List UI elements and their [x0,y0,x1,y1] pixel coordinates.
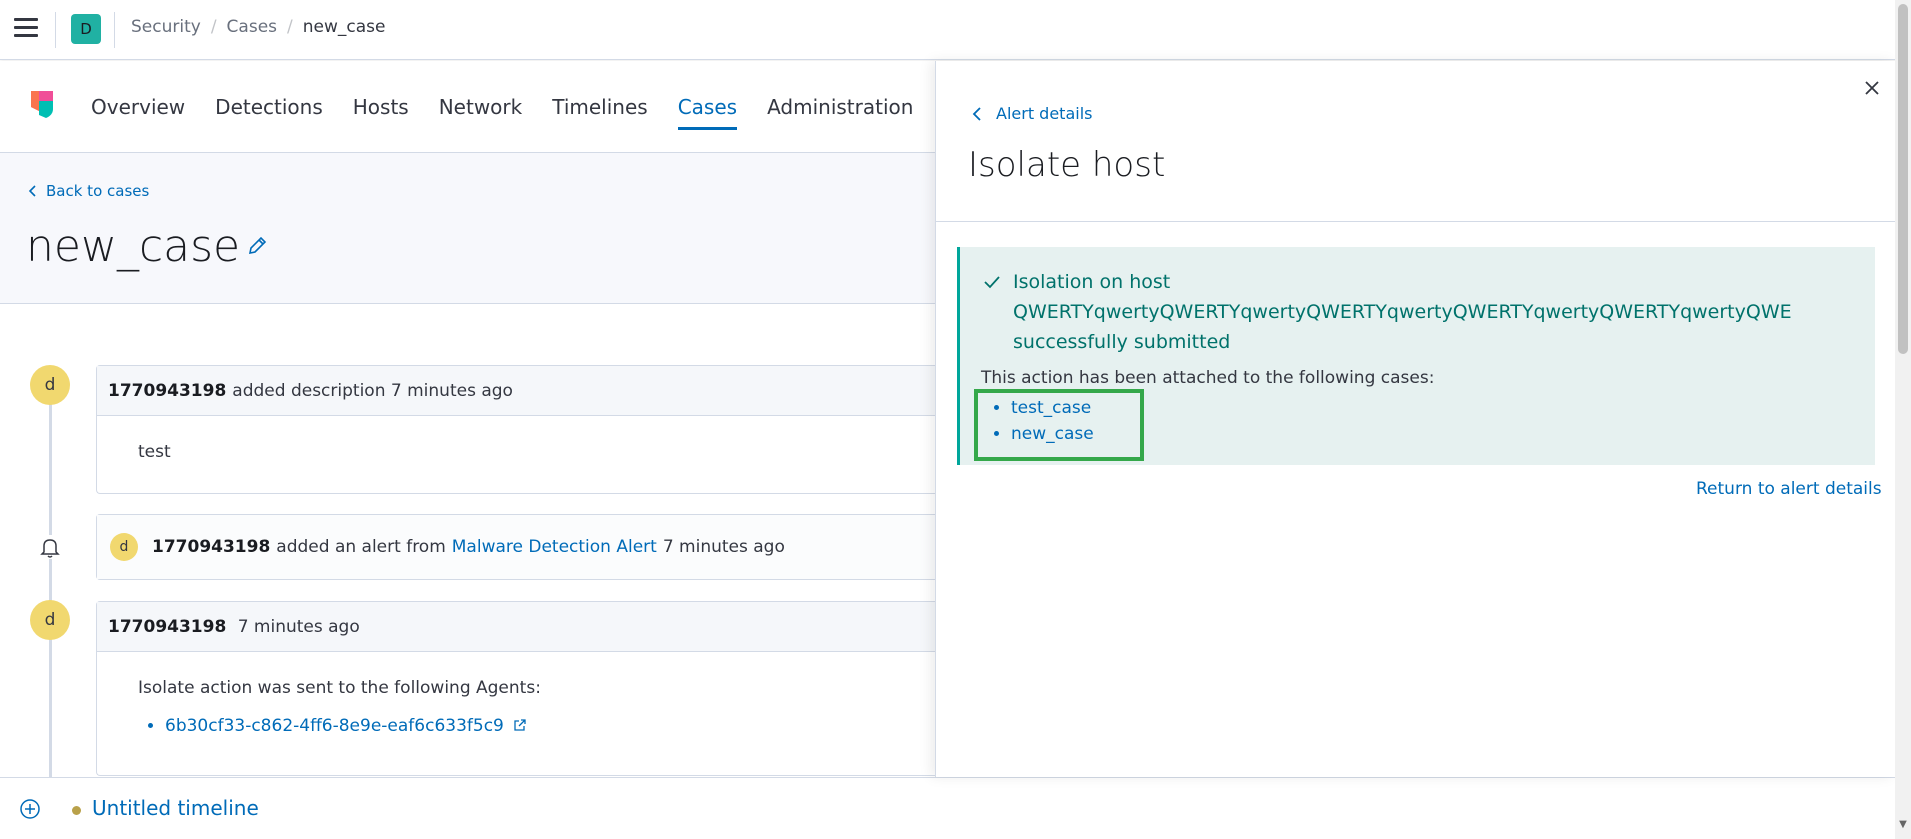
callout-line-3: successfully submitted [1013,331,1231,353]
header-divider [114,12,115,48]
back-to-cases-link[interactable]: Back to cases [28,182,149,200]
success-callout: Isolation on host QWERTYqwertyQWERTYqwer… [957,247,1875,465]
alert-details-label: Alert details [996,104,1093,123]
isolate-text: Isolate action was sent to the following… [138,678,541,698]
bell-icon [38,535,62,559]
external-link-icon [514,719,526,731]
plus-circle-icon[interactable] [19,798,41,820]
breadcrumb: Security / Cases / new_case [131,17,385,37]
flyout-title: Isolate host [968,145,1166,185]
timeline-line [49,400,52,780]
timeline-item-description: 1770943198 added description 7 minutes a… [96,365,936,494]
timestamp: 7 minutes ago [390,380,513,401]
return-to-alert-details-button[interactable]: Return to alert details [1696,479,1882,499]
pencil-icon[interactable] [246,235,268,257]
tab-cases[interactable]: Cases [677,61,738,153]
timeline-item-header: 1770943198 added description 7 minutes a… [97,366,936,416]
agent-link[interactable]: 6b30cf33-c862-4ff6-8e9e-eaf6c633f5c9 [165,716,936,736]
chevron-left-icon [972,106,981,121]
isolate-body: Isolate action was sent to the following… [97,652,936,736]
header-divider [55,12,56,48]
user-name[interactable]: 1770943198 [108,617,226,637]
user-name[interactable]: 1770943198 [152,537,270,557]
check-icon [984,276,1000,289]
timeline-bottom-bar: Untitled timeline [0,777,1895,839]
alert-details-back-link[interactable]: Alert details [972,104,1092,123]
tab-detections[interactable]: Detections [215,61,323,153]
nav-tabs: Overview Detections Hosts Network Timeli… [91,61,913,153]
attached-case-list: test_case new_case [974,389,1144,461]
timeline-item-header: 1770943198 7 minutes ago [97,602,936,652]
top-header: D Security / Cases / new_case [0,0,1911,60]
timeline-name-link[interactable]: Untitled timeline [92,796,259,820]
callout-title: Isolation on host QWERTYqwertyQWERTYqwer… [983,267,1843,357]
scrollbar-thumb[interactable] [1898,4,1908,354]
breadcrumb-separator: / [210,17,217,37]
alert-link[interactable]: Malware Detection Alert [452,537,657,557]
tab-timelines[interactable]: Timelines [552,61,647,153]
case-link-test-case[interactable]: test_case [1011,395,1140,421]
close-icon[interactable] [1861,77,1883,99]
page-scrollbar[interactable]: ▼ [1895,0,1911,839]
chevron-left-icon [28,185,36,197]
timeline-item-isolate: 1770943198 7 minutes ago Isolate action … [96,601,936,776]
description-text: test [97,416,936,462]
page-title: new_case [26,221,241,272]
space-avatar[interactable]: D [71,14,101,44]
tab-hosts[interactable]: Hosts [353,61,409,153]
tab-network[interactable]: Network [439,61,523,153]
agent-list: 6b30cf33-c862-4ff6-8e9e-eaf6c633f5c9 [165,716,936,736]
description-body: test [138,442,171,462]
breadcrumb-current: new_case [302,17,386,37]
flyout-divider [936,221,1896,222]
timestamp: 7 minutes ago [237,616,360,637]
callout-host-name: QWERTYqwertyQWERTYqwertyQWERTYqwertyQWER… [1013,301,1792,323]
security-logo-icon[interactable] [29,89,55,119]
tab-overview[interactable]: Overview [91,61,185,153]
timestamp: 7 minutes ago [662,537,785,557]
breadcrumb-separator: / [287,17,293,37]
tab-administration[interactable]: Administration [767,61,913,153]
menu-icon[interactable] [14,18,38,40]
timeline-status-dot [72,806,81,815]
user-name[interactable]: 1770943198 [108,381,226,401]
breadcrumb-cases[interactable]: Cases [227,17,277,37]
case-link-new-case[interactable]: new_case [1011,421,1140,447]
scroll-down-arrow-icon[interactable]: ▼ [1898,820,1908,830]
action-text: added an alert from [276,537,446,557]
breadcrumb-security[interactable]: Security [131,17,201,37]
case-header: Back to cases new_case [0,153,935,304]
attached-cases-text: This action has been attached to the fol… [981,368,1435,388]
security-nav: Overview Detections Hosts Network Timeli… [0,61,935,153]
timeline-item-header: d 1770943198 added an alert from Malware… [97,515,936,579]
callout-line-1: Isolation on host [1013,271,1171,293]
avatar: d [110,533,138,561]
timeline-item-alert: d 1770943198 added an alert from Malware… [96,514,936,580]
isolate-host-flyout: Alert details Isolate host Isolation on … [935,61,1896,777]
avatar: d [30,365,70,405]
agent-id: 6b30cf33-c862-4ff6-8e9e-eaf6c633f5c9 [165,716,504,736]
back-to-cases-label: Back to cases [46,182,150,200]
avatar: d [30,600,70,640]
action-text: added description [232,380,386,401]
